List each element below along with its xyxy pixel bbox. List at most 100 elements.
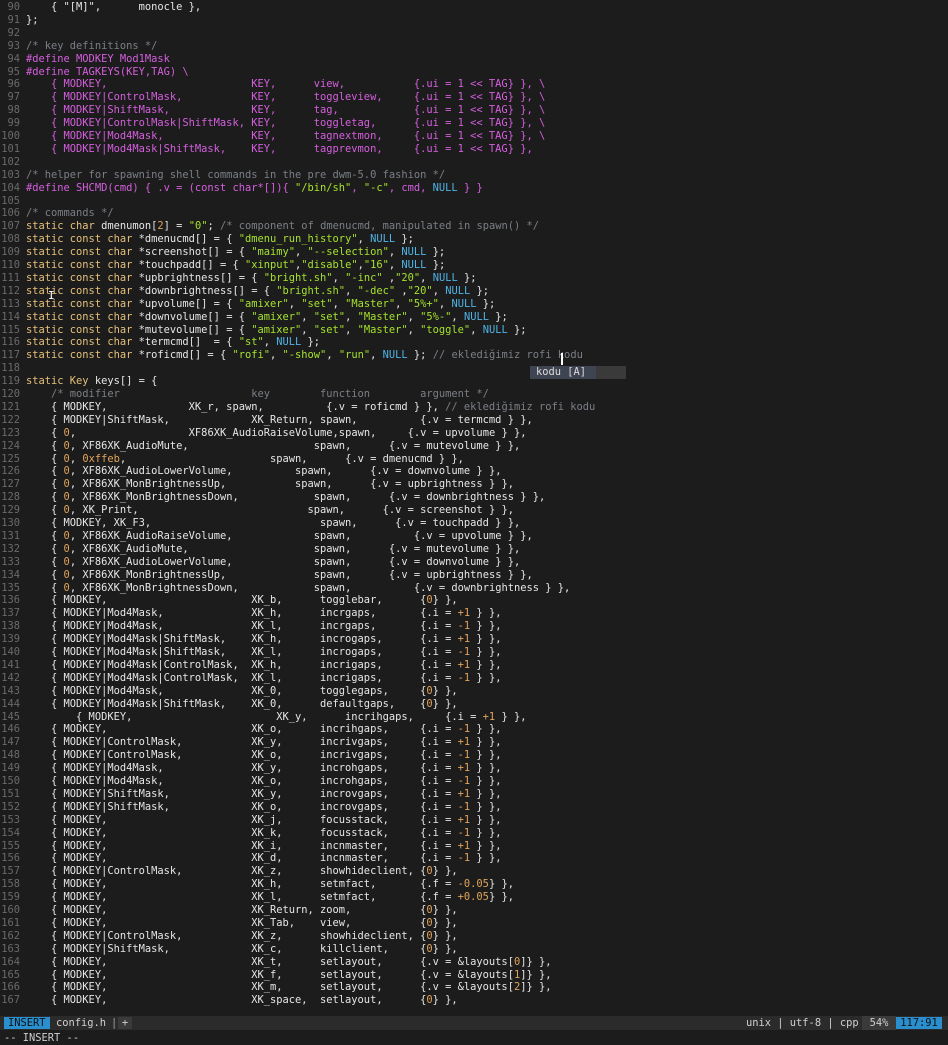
code-line[interactable]: 158 { MODKEY, XK_h, setmfact, {.f = -0.0…	[0, 878, 948, 891]
code-line[interactable]: 120 /* modifier key function argument */	[0, 388, 948, 401]
code-line[interactable]: 147 { MODKEY|ControlMask, XK_y, incrivga…	[0, 736, 948, 749]
code-line[interactable]: 155 { MODKEY, XK_i, incnmaster, {.i = +1…	[0, 840, 948, 853]
code-text: { MODKEY, XK_h, setmfact, {.f = -0.05} }…	[26, 878, 514, 891]
code-token: ,	[332, 271, 346, 284]
code-line[interactable]: 116 static const char *termcmd[] = { "st"…	[0, 336, 948, 349]
code-token: } },	[470, 775, 502, 787]
code-line[interactable]: 112 static const char *downbrightness[] =…	[0, 285, 948, 298]
code-line[interactable]: 98 { MODKEY|ShiftMask, KEY, tag, {.ui = …	[0, 104, 948, 117]
code-line[interactable]: 118	[0, 362, 948, 375]
code-line[interactable]: 145 { MODKEY, XK_y, incrihgaps, {.i = +1…	[0, 711, 948, 724]
code-line[interactable]: 162 { MODKEY|ControlMask, XK_z, showhide…	[0, 930, 948, 943]
code-line[interactable]: 110 static const char *touchpadd[] = { "x…	[0, 259, 948, 272]
code-line[interactable]: 93 /* key definitions */	[0, 40, 948, 53]
code-line[interactable]: 117 static const char *roficmd[] = { "rof…	[0, 349, 948, 362]
line-number: 158	[1, 878, 20, 891]
code-token: *upvolume[] = {	[132, 297, 239, 310]
code-line[interactable]: 121 { MODKEY, XK_r, spawn, {.v = roficmd…	[0, 401, 948, 414]
code-line[interactable]: 125 { 0, 0xffeb, spawn, {.v = dmenucmd }…	[0, 453, 948, 466]
code-line[interactable]: 146 { MODKEY, XK_o, incrihgaps, {.i = -1…	[0, 723, 948, 736]
code-line[interactable]: 104 #define SHCMD(cmd) { .v = (const char…	[0, 182, 948, 195]
code-line[interactable]: 152 { MODKEY|ShiftMask, XK_o, incrovgaps…	[0, 801, 948, 814]
code-line[interactable]: 137 { MODKEY|Mod4Mask, XK_h, incrgaps, {…	[0, 607, 948, 620]
code-line[interactable]: 159 { MODKEY, XK_l, setmfact, {.f = +0.0…	[0, 891, 948, 904]
code-line[interactable]: 126 { 0, XF86XK_AudioLowerVolume, spawn,…	[0, 465, 948, 478]
code-line[interactable]: 106 /* commands */	[0, 207, 948, 220]
editor-pane[interactable]: 90 { "[M]", monocle }, 91}; 92 93/* key def…	[0, 0, 948, 1016]
code-line[interactable]: 109 static const char *screenshot[] = { "…	[0, 246, 948, 259]
code-line[interactable]: 167 { MODKEY, XK_space, setlayout, {0} }…	[0, 994, 948, 1007]
code-token: { MODKEY, XK_space, setlayout, {	[26, 994, 427, 1007]
code-line[interactable]: 154 { MODKEY, XK_k, focusstack, {.i = -1…	[0, 827, 948, 840]
code-token: static const char	[26, 323, 133, 336]
code-line[interactable]: 143 { MODKEY|Mod4Mask, XK_0, togglegaps,…	[0, 685, 948, 698]
code-line[interactable]: 107 static char dmenumon[2] = "0"; /* com…	[0, 220, 948, 233]
code-line[interactable]: 141 { MODKEY|Mod4Mask|ControlMask, XK_h,…	[0, 659, 948, 672]
code-line[interactable]: 161 { MODKEY, XK_Tab, view, {0} },	[0, 917, 948, 930]
code-line[interactable]: 163 { MODKEY|ShiftMask, XK_c, killclient…	[0, 943, 948, 956]
code-line[interactable]: 130 { MODKEY, XK_F3, spawn, {.v = touchp…	[0, 517, 948, 530]
code-line[interactable]: 105	[0, 195, 948, 208]
code-line[interactable]: 149 { MODKEY|Mod4Mask, XK_y, incrohgaps,…	[0, 762, 948, 775]
code-line[interactable]: 96 { MODKEY, KEY, view, {.ui = 1 << TAG}…	[0, 78, 948, 91]
code-line[interactable]: 95 #define TAGKEYS(KEY,TAG) \	[0, 66, 948, 79]
code-token: +1	[457, 736, 471, 749]
line-number: 122	[1, 413, 20, 426]
code-line[interactable]: 100 { MODKEY|Mod4Mask, KEY, tagnextmon, …	[0, 130, 948, 143]
code-line[interactable]: 136 { MODKEY, XK_b, togglebar, {0} },	[0, 594, 948, 607]
code-line[interactable]: 157 { MODKEY|ControlMask, XK_z, showhide…	[0, 865, 948, 878]
code-line[interactable]: 114 static const char *downvolume[] = { "…	[0, 311, 948, 324]
completion-popup[interactable]: kodu [A]	[530, 366, 626, 379]
code-token: { MODKEY|Mod4Mask|ShiftMask, XK_0, defau…	[26, 697, 427, 710]
code-line[interactable]: 94 #define MODKEY Mod1Mask	[0, 53, 948, 66]
code-line[interactable]: 113 static const char *upvolume[] = { "am…	[0, 298, 948, 311]
code-line[interactable]: 135 { 0, XF86XK_MonBrightnessDown, spawn…	[0, 582, 948, 595]
code-line[interactable]: 134 { 0, XF86XK_MonBrightnessUp, spawn, …	[0, 569, 948, 582]
code-line[interactable]: 166 { MODKEY, XK_m, setlayout, {.v = &la…	[0, 981, 948, 994]
code-text: #define SHCMD(cmd) { .v = (const char*[]…	[26, 182, 483, 195]
code-line[interactable]: 92	[0, 27, 948, 40]
code-line[interactable]: 133 { 0, XF86XK_AudioLowerVolume, spawn,…	[0, 556, 948, 569]
code-line[interactable]: 142 { MODKEY|Mod4Mask|ControlMask, XK_l,…	[0, 672, 948, 685]
code-line[interactable]: 148 { MODKEY|ControlMask, XK_o, incrivga…	[0, 749, 948, 762]
code-line[interactable]: 164 { MODKEY, XK_t, setlayout, {.v = &la…	[0, 956, 948, 969]
code-line[interactable]: 97 { MODKEY|ControlMask, KEY, toggleview…	[0, 91, 948, 104]
code-line[interactable]: 129 { 0, XK_Print, spawn, {.v = screensh…	[0, 504, 948, 517]
code-line[interactable]: 151 { MODKEY|ShiftMask, XK_y, incrovgaps…	[0, 788, 948, 801]
code-line[interactable]: 115 static const char *mutevolume[] = { "…	[0, 324, 948, 337]
completion-item[interactable]: kodu [A]	[530, 366, 596, 379]
code-line[interactable]: 102	[0, 156, 948, 169]
code-line[interactable]: 165 { MODKEY, XK_f, setlayout, {.v = &la…	[0, 969, 948, 982]
code-line[interactable]: 90 { "[M]", monocle },	[0, 1, 948, 14]
code-line[interactable]: 123 { 0, XF86XK_AudioRaiseVolume,spawn, …	[0, 427, 948, 440]
code-line[interactable]: 139 { MODKEY|Mod4Mask|ShiftMask, XK_h, i…	[0, 633, 948, 646]
code-text: { MODKEY|ShiftMask, XK_c, killclient, {0…	[26, 943, 458, 956]
code-line[interactable]: 108 static const char *dmenucmd[] = { "dm…	[0, 233, 948, 246]
code-token: -0.05	[457, 878, 489, 891]
code-line[interactable]: 103 /* helper for spawning shell commands…	[0, 169, 948, 182]
code-line[interactable]: 144 { MODKEY|Mod4Mask|ShiftMask, XK_0, d…	[0, 698, 948, 711]
text-cursor	[561, 353, 563, 365]
code-line[interactable]: 140 { MODKEY|Mod4Mask|ShiftMask, XK_l, i…	[0, 646, 948, 659]
code-line[interactable]: 124 { 0, XF86XK_AudioMute, spawn, {.v = …	[0, 440, 948, 453]
code-line[interactable]: 156 { MODKEY, XK_d, incnmaster, {.i = -1…	[0, 852, 948, 865]
code-line[interactable]: 150 { MODKEY|Mod4Mask, XK_o, incrohgaps,…	[0, 775, 948, 788]
code-line[interactable]: 128 { 0, XF86XK_MonBrightnessDown, spawn…	[0, 491, 948, 504]
code-token: { MODKEY|ShiftMask, KEY, tag, {.ui = 1 <…	[26, 104, 546, 117]
code-line[interactable]: 138 { MODKEY|Mod4Mask, XK_l, incrgaps, {…	[0, 620, 948, 633]
code-line[interactable]: 160 { MODKEY, XK_Return, zoom, {0} },	[0, 904, 948, 917]
code-line[interactable]: 101 { MODKEY|Mod4Mask|ShiftMask, KEY, ta…	[0, 143, 948, 156]
code-line[interactable]: 122 { MODKEY|ShiftMask, XK_Return, spawn…	[0, 414, 948, 427]
code-line[interactable]: 153 { MODKEY, XK_j, focusstack, {.i = +1…	[0, 814, 948, 827]
code-token: +1	[457, 633, 471, 646]
code-line[interactable]: 111 static const char *upbrightness[] = {…	[0, 272, 948, 285]
code-token: } },	[432, 684, 458, 697]
code-line[interactable]: 127 { 0, XF86XK_MonBrightnessUp, spawn, …	[0, 478, 948, 491]
line-number: 113	[1, 297, 20, 310]
code-line[interactable]: 119 static Key keys[] = {	[0, 375, 948, 388]
code-line[interactable]: 131 { 0, XF86XK_AudioRaiseVolume, spawn,…	[0, 530, 948, 543]
command-line[interactable]: -- INSERT --	[0, 1031, 948, 1045]
code-line[interactable]: 99 { MODKEY|ControlMask|ShiftMask, KEY, …	[0, 117, 948, 130]
code-line[interactable]: 132 { 0, XF86XK_AudioMute, spawn, {.v = …	[0, 543, 948, 556]
code-line[interactable]: 91};	[0, 14, 948, 27]
